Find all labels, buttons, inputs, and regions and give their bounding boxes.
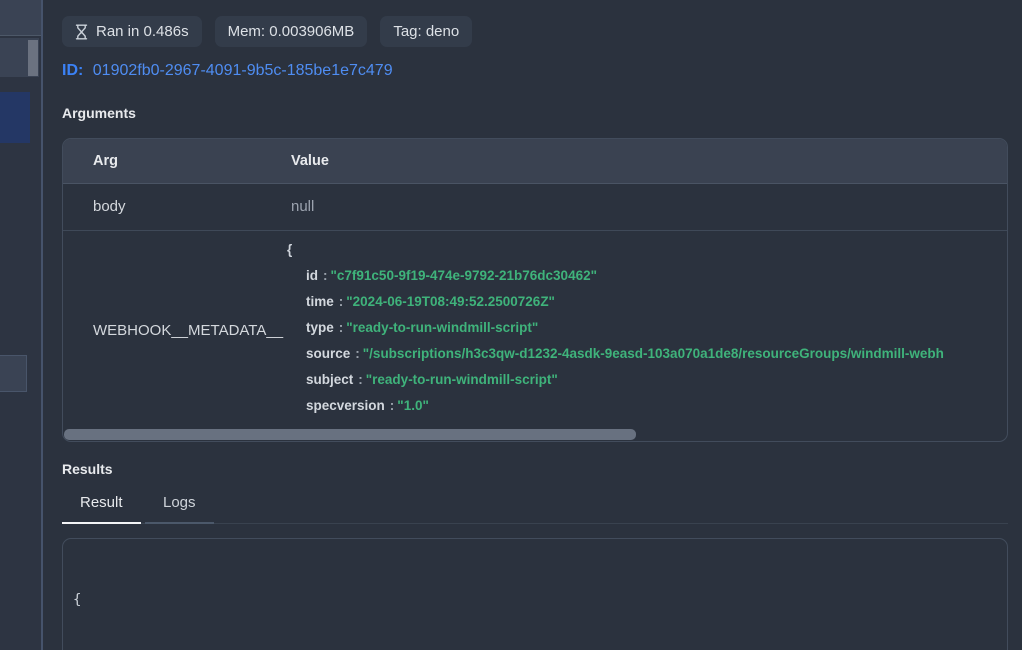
json-key: subject [306, 372, 353, 387]
json-entry-subject: subject:"ready-to-run-windmill-script" [287, 367, 1007, 393]
tag-badge: Tag: deno [380, 16, 472, 47]
json-entry-specversion: specversion:"1.0" [287, 393, 1007, 419]
arg-name-body: body [93, 198, 126, 215]
runtime-badge: Ran in 0.486s [62, 16, 202, 47]
run-detail-panel: Ran in 0.486s Mem: 0.003906MB Tag: deno … [43, 0, 1022, 650]
run-id-line: ID: 01902fb0-2967-4091-9b5c-185be1e7c479 [62, 62, 393, 80]
sidebar-lower-panel [0, 355, 27, 392]
json-value: "/subscriptions/h3c3qw-d1232-4asdk-9easd… [363, 346, 944, 361]
json-entry-type: type:"ready-to-run-windmill-script" [287, 315, 1007, 341]
json-value: "2024-06-19T08:49:52.2500726Z" [346, 294, 555, 309]
run-id-value[interactable]: 01902fb0-2967-4091-9b5c-185be1e7c479 [93, 62, 393, 79]
memory-badge-label: Mem: 0.003906MB [228, 23, 355, 40]
json-value: "ready-to-run-windmill-script" [346, 320, 538, 335]
sidebar [0, 0, 41, 650]
runtime-badge-label: Ran in 0.486s [96, 23, 189, 40]
tab-logs[interactable]: Logs [145, 494, 214, 524]
json-key: time [306, 294, 334, 309]
json-colon: : [353, 372, 366, 387]
json-entry-source: source:"/subscriptions/h3c3qw-d1232-4asd… [287, 341, 1007, 367]
results-tabs: Result Logs [62, 494, 1008, 524]
run-stats-badges: Ran in 0.486s Mem: 0.003906MB Tag: deno [62, 16, 472, 47]
sidebar-scrollbar-thumb[interactable] [28, 40, 38, 76]
json-value: "ready-to-run-windmill-script" [366, 372, 558, 387]
json-key: type [306, 320, 334, 335]
json-key: specversion [306, 398, 385, 413]
table-row-body: body null [63, 184, 1007, 231]
horizontal-scrollbar-thumb[interactable] [64, 429, 636, 440]
memory-badge: Mem: 0.003906MB [215, 16, 368, 47]
code-open-brace-line: { [73, 590, 997, 610]
json-key: id [306, 268, 318, 283]
arg-name-webhook-metadata: WEBHOOK__METADATA__ [93, 322, 283, 339]
json-colon: : [385, 398, 398, 413]
horizontal-scrollbar [64, 428, 1006, 440]
result-code-block: { "str": "default arg", "union": "Hello … [62, 538, 1008, 650]
results-title: Results [62, 461, 113, 477]
json-value: "c7f91c50-9f19-474e-9792-21b76dc30462" [331, 268, 598, 283]
json-colon: : [350, 346, 363, 361]
tab-result[interactable]: Result [62, 494, 141, 524]
json-colon: : [318, 268, 331, 283]
json-entry-time: time:"2024-06-19T08:49:52.2500726Z" [287, 289, 1007, 315]
arguments-title: Arguments [62, 105, 136, 121]
sidebar-top-panel [0, 0, 41, 36]
sidebar-selected-node[interactable] [0, 92, 30, 143]
json-colon: : [334, 320, 347, 335]
table-row-webhook-metadata: WEBHOOK__METADATA__ { id:"c7f91c50-9f19-… [63, 231, 1007, 429]
json-open-brace: { [287, 242, 292, 257]
json-object-viewer: { id:"c7f91c50-9f19-474e-9792-21b76dc304… [287, 237, 1007, 429]
value-column-header: Value [291, 153, 329, 169]
arguments-table: Arg Value body null WEBHOOK__METADATA__ … [62, 138, 1008, 442]
code-open-brace: { [73, 592, 81, 608]
hourglass-icon [75, 24, 88, 40]
json-open-brace-line: { [287, 237, 1007, 263]
json-colon: : [334, 294, 347, 309]
arg-value-null: null [291, 198, 314, 215]
json-entry-id: id:"c7f91c50-9f19-474e-9792-21b76dc30462… [287, 263, 1007, 289]
tag-badge-label: Tag: deno [393, 23, 459, 40]
arguments-table-header: Arg Value [63, 139, 1007, 184]
arg-column-header: Arg [93, 153, 118, 169]
json-key: source [306, 346, 350, 361]
run-id-label: ID: [62, 62, 83, 79]
json-value: "1.0" [397, 398, 429, 413]
